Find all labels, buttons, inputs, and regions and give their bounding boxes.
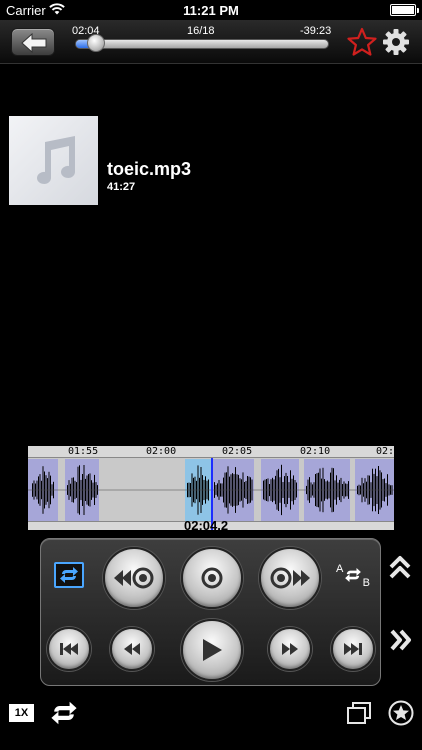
star-outline-icon [347, 27, 377, 61]
playback-speed-button[interactable]: 1X [9, 704, 34, 722]
next-panel-button[interactable] [389, 628, 413, 652]
ab-a-label: A [336, 563, 344, 575]
track-duration: 41:27 [107, 181, 136, 193]
repeat-toggle-button[interactable] [54, 562, 84, 588]
ab-b-label: B [362, 577, 370, 589]
control-panel: A B [40, 538, 381, 686]
favorite-button[interactable] [347, 27, 377, 57]
gear-icon [382, 29, 410, 60]
forward-to-marker-button[interactable] [259, 547, 321, 609]
play-button[interactable] [181, 619, 243, 681]
ruler-label: 01:55 [68, 446, 99, 457]
ruler-label: 02:05 [222, 446, 253, 457]
album-artwork [9, 116, 98, 205]
window-button[interactable] [346, 701, 372, 725]
next-track-button[interactable] [331, 627, 375, 671]
status-bar: Carrier 11:21 PM [0, 0, 422, 20]
progress-slider[interactable] [75, 39, 329, 49]
progress-knob[interactable] [87, 34, 105, 52]
rewind-to-marker-button[interactable] [103, 547, 165, 609]
previous-track-button[interactable] [47, 627, 91, 671]
ruler-label: 02:10 [300, 446, 331, 457]
playhead-time: 02:04.2 [184, 518, 229, 533]
loop-icon [50, 701, 78, 729]
settings-button[interactable] [382, 28, 410, 56]
double-chevron-up-icon [389, 556, 411, 585]
ruler-label: 02:15 [376, 446, 394, 457]
rewind-button[interactable] [110, 627, 154, 671]
fast-forward-button[interactable] [268, 627, 312, 671]
loop-button[interactable] [50, 701, 78, 725]
collapse-panel-button[interactable] [389, 555, 411, 581]
clock: 11:21 PM [183, 3, 239, 18]
marker-button[interactable] [181, 547, 243, 609]
track-counter: 16/18 [187, 25, 215, 37]
double-chevron-right-icon [389, 629, 413, 656]
window-icon [346, 702, 372, 729]
battery-icon [390, 4, 419, 16]
star-circle-icon [388, 700, 414, 730]
remaining-time: -39:23 [300, 25, 332, 37]
track-title: toeic.mp3 [107, 159, 192, 179]
favorites-button[interactable] [388, 700, 414, 726]
ruler-label: 02:00 [146, 446, 177, 457]
time-ruler: 01:55 02:00 02:05 02:10 02:15 [28, 446, 394, 458]
back-button[interactable] [11, 28, 55, 56]
ab-repeat-button[interactable]: A B [336, 563, 372, 589]
player-toolbar: 02:04 16/18 -39:23 [0, 20, 422, 64]
